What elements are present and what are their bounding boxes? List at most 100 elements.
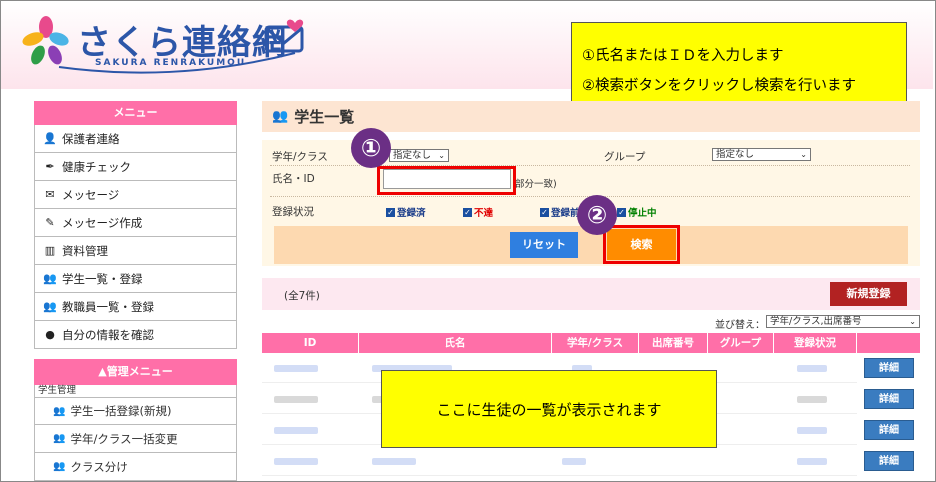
sidebar-item-label: 健康チェック — [62, 159, 131, 174]
admin-item-label: クラス分け — [70, 459, 128, 474]
sidebar-item-my-info[interactable]: ● 自分の情報を確認 — [34, 321, 237, 349]
highlight-box-input — [377, 166, 516, 195]
sidebar-item-health-check[interactable]: ✒ 健康チェック — [34, 153, 237, 181]
admin-section-label: 学生管理 — [34, 385, 237, 397]
page-title-bar: 👥 学生一覧 — [262, 101, 920, 132]
table-row[interactable] — [262, 448, 857, 476]
redacted-class — [562, 458, 586, 465]
sidebar-item-label: メッセージ — [62, 187, 120, 202]
sidebar-menu: メニュー 👤 保護者連絡 ✒ 健康チェック ✉ メッセージ ✎ メッセージ作成 ▥ 資料管… — [34, 101, 237, 349]
step-marker-2: ② — [577, 195, 617, 235]
redacted-name — [372, 458, 416, 465]
redacted-status — [797, 458, 827, 465]
redacted-status — [797, 427, 827, 434]
result-count: (全7件) — [284, 290, 320, 302]
status-registered-label: 登録済 — [397, 208, 426, 219]
students-icon: 👥 — [272, 109, 289, 124]
redacted-id — [274, 365, 318, 372]
sidebar-item-parent-contact[interactable]: 👤 保護者連絡 — [34, 125, 237, 153]
detail-button[interactable]: 詳細 — [864, 358, 914, 378]
sidebar-item-compose[interactable]: ✎ メッセージ作成 — [34, 209, 237, 237]
status-label: 登録状況 — [272, 206, 314, 218]
sidebar-item-students[interactable]: 👥 学生一覧・登録 — [34, 265, 237, 293]
reset-button[interactable]: リセット — [510, 232, 578, 258]
sidebar-item-label: 学生一覧・登録 — [62, 271, 143, 286]
sidebar-item-documents[interactable]: ▥ 資料管理 — [34, 237, 237, 265]
admin-item-class-split[interactable]: 👥 クラス分け — [34, 453, 237, 481]
grade-label: 学年/クラス — [272, 151, 328, 163]
redacted-id — [274, 396, 318, 403]
status-unregistered-label: 登録前 — [551, 208, 580, 219]
sidebar-item-label: 資料管理 — [62, 243, 108, 258]
pen-icon: ✒ — [45, 160, 55, 173]
detail-button[interactable]: 詳細 — [864, 389, 914, 409]
sidebar-item-message[interactable]: ✉ メッセージ — [34, 181, 237, 209]
detail-button[interactable]: 詳細 — [864, 420, 914, 440]
status-checkbox-registered[interactable]: ✓ 登録済 — [386, 205, 426, 219]
students-icon: 👥 — [53, 405, 66, 417]
grade-select-value: 指定なし — [393, 150, 432, 161]
column-grade-class[interactable]: 学年/クラス — [552, 333, 639, 353]
students-icon: 👥 — [53, 433, 66, 444]
speech-bubble-icon: ● — [45, 328, 55, 341]
compose-icon: ✎ — [45, 216, 55, 229]
envelope-open-icon: ✉ — [45, 188, 55, 201]
result-count-bar: (全7件) — [262, 278, 920, 310]
checkmark-icon: ✓ — [540, 207, 549, 217]
sidebar-item-label: 自分の情報を確認 — [62, 327, 154, 342]
table-header: ID 氏名 学年/クラス 出席番号 グループ 登録状況 — [262, 333, 920, 353]
admin-item-bulk-change[interactable]: 👥 学年/クラス一括変更 — [34, 425, 237, 453]
instruction-note-bottom: ここに生徒の一覧が表示されます — [381, 370, 717, 448]
highlight-box-search — [603, 225, 680, 264]
checkmark-icon: ✓ — [386, 207, 395, 217]
books-icon: ▥ — [44, 244, 56, 257]
detail-button[interactable]: 詳細 — [864, 451, 914, 471]
instruction-line-2: ②検索ボタンをクリックし検索を行います — [582, 78, 856, 94]
admin-menu-title[interactable]: ▲管理メニュー — [34, 359, 237, 385]
step-marker-1: ① — [351, 128, 391, 168]
status-checkbox-unregistered[interactable]: ✓ 登録前 — [540, 205, 580, 219]
redacted-status — [797, 365, 827, 372]
sidebar-item-label: 保護者連絡 — [62, 131, 120, 146]
column-status[interactable]: 登録状況 — [774, 333, 857, 353]
status-undelivered-label: 不達 — [474, 208, 494, 219]
new-register-button[interactable]: 新規登録 — [830, 282, 907, 306]
sidebar-item-staff[interactable]: 👥 教職員一覧・登録 — [34, 293, 237, 321]
sort-label: 並び替え： — [715, 320, 765, 331]
name-id-label: 氏名・ID — [272, 173, 315, 185]
page-title: 学生一覧 — [294, 108, 355, 126]
group-label: グループ — [604, 151, 646, 163]
sort-select[interactable]: 学年/クラス,出席番号 ⌄ — [766, 315, 920, 328]
admin-item-bulk-register[interactable]: 👥 学生一括登録(新規) — [34, 397, 237, 425]
column-id[interactable]: ID — [262, 333, 359, 353]
students-icon: 👥 — [53, 461, 66, 472]
instruction-line-1: ①氏名またはＩＤを入力します — [582, 48, 784, 64]
sidebar-item-label: メッセージ作成 — [62, 215, 143, 230]
redacted-id — [274, 427, 318, 434]
main-panel: 👥 学生一覧 — [262, 101, 920, 132]
sidebar-item-label: 教職員一覧・登録 — [62, 299, 154, 314]
sakura-logo[interactable]: さくら連絡網 SAKURA RENRAKUMOU — [17, 11, 307, 77]
grade-select[interactable]: 指定なし ⌄ — [389, 149, 449, 162]
status-suspended-label: 停止中 — [628, 208, 657, 219]
chevron-down-icon: ⌄ — [438, 151, 445, 160]
checkmark-icon: ✓ — [463, 207, 472, 217]
students-icon: 👥 — [43, 272, 57, 285]
redacted-id — [274, 458, 318, 465]
sidebar-title: メニュー — [34, 101, 237, 125]
column-attendance-no[interactable]: 出席番号 — [639, 333, 708, 353]
group-select-value: 指定なし — [716, 149, 755, 160]
chevron-down-icon: ⌄ — [909, 317, 916, 326]
admin-menu: ▲管理メニュー 学生管理 👥 学生一括登録(新規) 👥 学年/クラス一括変更 👥 クラ… — [34, 359, 237, 481]
status-checkbox-suspended[interactable]: ✓ 停止中 — [617, 205, 657, 219]
admin-item-label: 学年/クラス一括変更 — [70, 431, 178, 446]
chevron-down-icon: ⌄ — [800, 150, 807, 159]
partial-match-note: 部分一致) — [515, 179, 557, 190]
status-checkbox-undelivered[interactable]: ✓ 不達 — [463, 205, 493, 219]
column-group[interactable]: グループ — [708, 333, 774, 353]
column-name[interactable]: 氏名 — [359, 333, 552, 353]
sort-select-value: 学年/クラス,出席番号 — [770, 316, 862, 327]
group-select[interactable]: 指定なし ⌄ — [712, 148, 811, 161]
staff-icon: 👥 — [43, 300, 57, 313]
admin-item-label: 学生一括登録(新規) — [70, 404, 172, 418]
